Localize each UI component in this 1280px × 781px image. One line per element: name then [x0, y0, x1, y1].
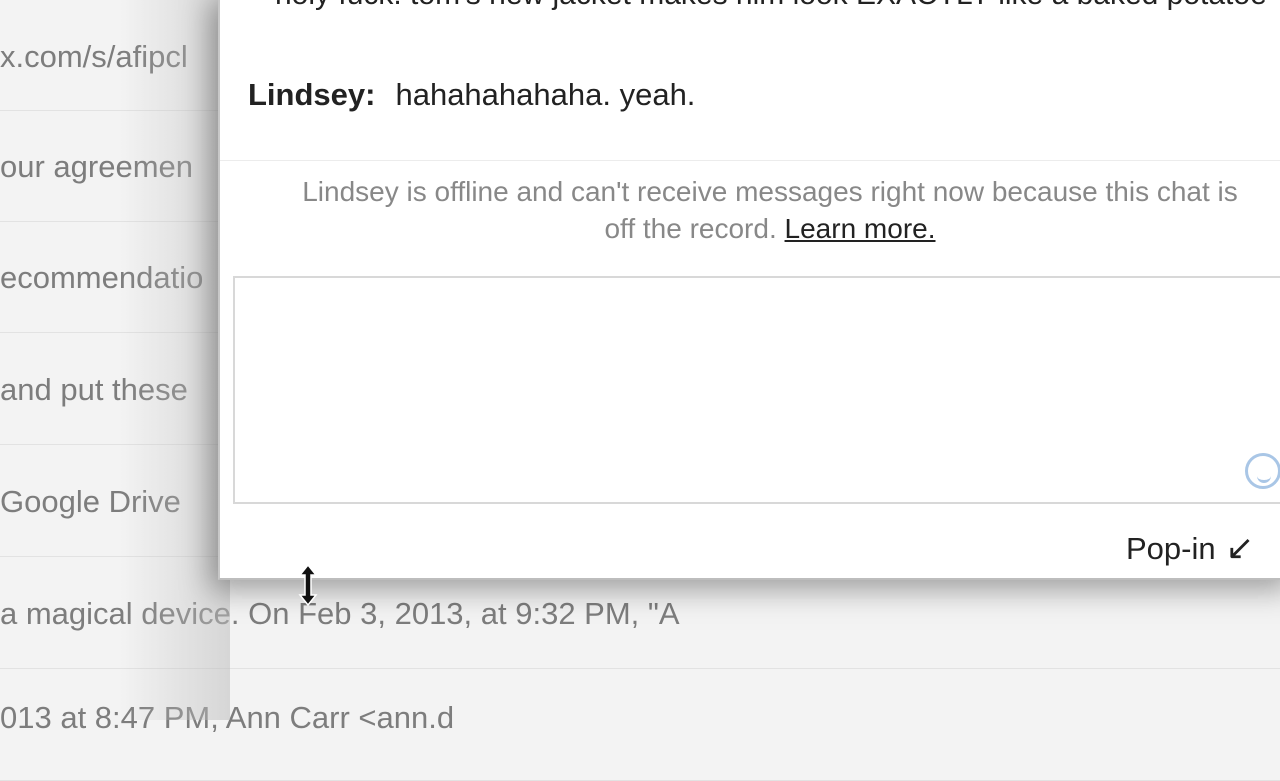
- learn-more-link[interactable]: Learn more.: [785, 213, 936, 244]
- email-snippet: Google Drive: [0, 484, 181, 519]
- chat-message: holy fuck. tom's new jacket makes him lo…: [275, 0, 1275, 14]
- message-sender: Lindsey:: [248, 77, 376, 112]
- chat-input[interactable]: [233, 276, 1280, 504]
- offline-text-end: off the record.: [604, 213, 777, 244]
- email-snippet: x.com/s/afipcl: [0, 39, 188, 74]
- offline-text: Lindsey is offline and can't receive mes…: [302, 176, 1238, 207]
- chat-message: Lindsey: hahahahahaha. yeah.: [248, 76, 695, 114]
- divider: [220, 160, 1280, 161]
- email-snippet: 013 at 8:47 PM, Ann Carr <ann.d: [0, 700, 455, 735]
- offline-notice: Lindsey is offline and can't receive mes…: [240, 173, 1280, 247]
- pop-in-label: Pop-in: [1126, 531, 1216, 566]
- pop-in-button[interactable]: Pop-in ↙: [1126, 528, 1254, 569]
- smiley-icon[interactable]: [1245, 453, 1280, 489]
- offline-text-line2: off the record. Learn more.: [240, 210, 1280, 247]
- email-snippet: our agreemen: [0, 149, 194, 184]
- list-item[interactable]: 013 at 8:47 PM, Ann Carr <ann.d: [0, 670, 1280, 781]
- message-text: hahahahahaha. yeah.: [395, 77, 696, 112]
- email-snippet: and put these: [0, 372, 188, 407]
- arrow-down-left-icon: ↙: [1225, 529, 1255, 567]
- resize-cursor-icon: [298, 564, 318, 606]
- email-snippet: ecommendatio: [0, 260, 204, 295]
- chat-window: holy fuck. tom's new jacket makes him lo…: [218, 0, 1280, 580]
